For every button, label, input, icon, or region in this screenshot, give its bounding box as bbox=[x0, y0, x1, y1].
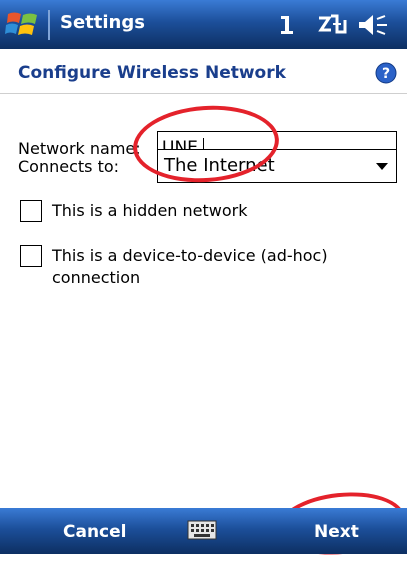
windows-flag-icon bbox=[5, 12, 37, 35]
signal-icon bbox=[281, 16, 293, 34]
chevron-down-icon bbox=[376, 163, 388, 170]
volume-icon bbox=[359, 15, 387, 35]
network-name-label: Network name: bbox=[18, 139, 141, 158]
connects-to-value: The Internet bbox=[164, 155, 275, 176]
adhoc-checkbox[interactable] bbox=[20, 245, 42, 267]
status-icons[interactable] bbox=[277, 10, 397, 40]
header-divider bbox=[0, 93, 407, 94]
window-title: Settings bbox=[60, 12, 145, 33]
page-title: Configure Wireless Network bbox=[18, 63, 286, 83]
adhoc-label-line1[interactable]: This is a device-to-device (ad-hoc) bbox=[52, 245, 328, 267]
hidden-network-checkbox[interactable] bbox=[20, 200, 42, 222]
cancel-softkey[interactable]: Cancel bbox=[63, 522, 126, 542]
start-button[interactable] bbox=[5, 8, 41, 40]
title-separator bbox=[48, 10, 50, 40]
adhoc-label-line2[interactable]: connection bbox=[52, 267, 140, 289]
connects-to-dropdown[interactable]: The Internet bbox=[157, 149, 397, 183]
help-icon[interactable]: ? bbox=[375, 62, 397, 84]
menu-bar: Cancel Next bbox=[0, 508, 407, 554]
connectivity-icon bbox=[318, 14, 347, 34]
connects-to-label: Connects to: bbox=[18, 157, 120, 176]
hidden-network-label[interactable]: This is a hidden network bbox=[52, 200, 247, 222]
title-bar: Settings bbox=[0, 0, 407, 49]
next-softkey[interactable]: Next bbox=[314, 522, 359, 542]
svg-text:?: ? bbox=[382, 66, 390, 82]
keyboard-icon[interactable] bbox=[187, 520, 217, 540]
page-header: Configure Wireless Network ? bbox=[0, 49, 407, 93]
